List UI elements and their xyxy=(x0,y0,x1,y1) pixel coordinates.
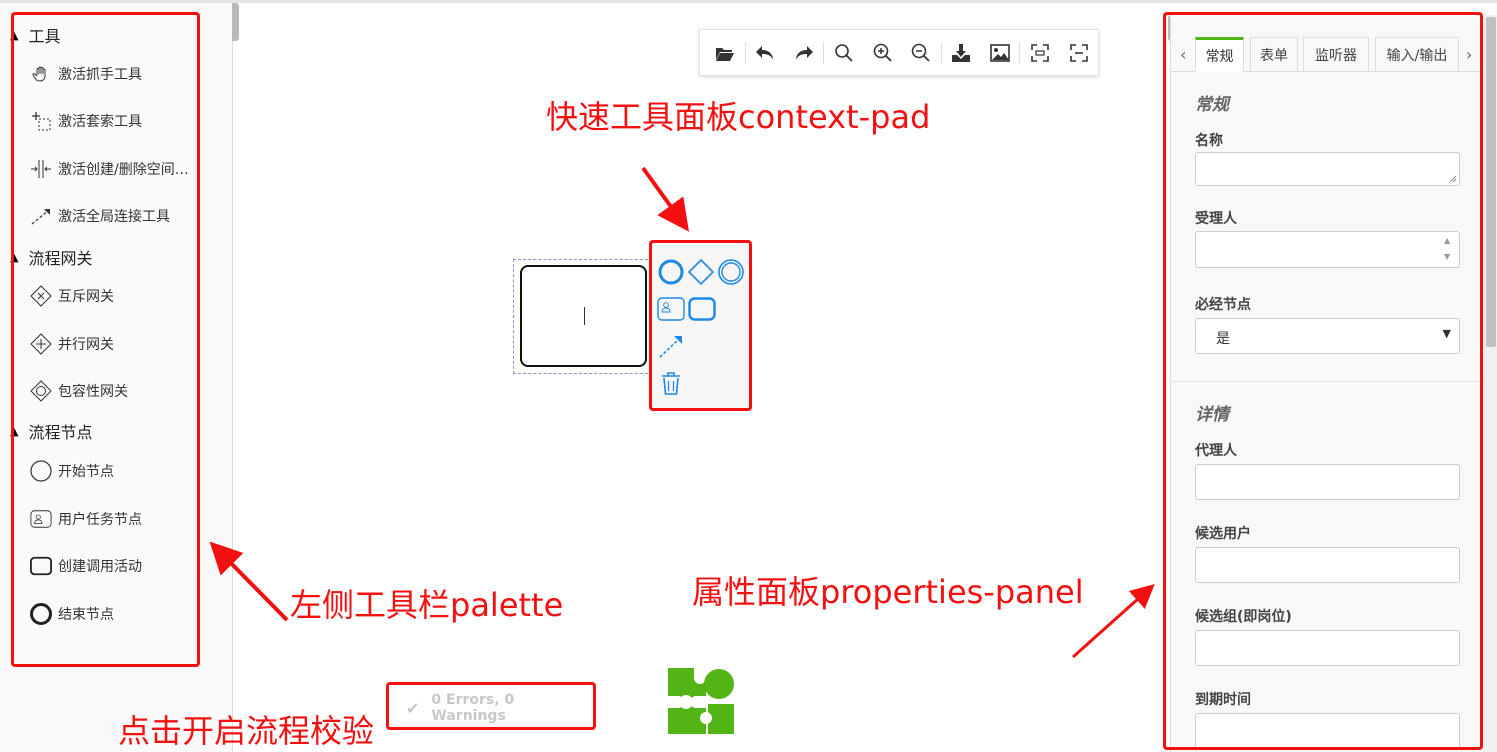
palette-item-exclusive-gateway[interactable]: 互斥网关 xyxy=(30,285,114,307)
arrow-to-context-pad xyxy=(641,166,690,232)
palette-collapse-handle[interactable] xyxy=(232,3,239,41)
call-activity-icon xyxy=(30,555,52,577)
candidate-users-label: 候选用户 xyxy=(1195,526,1251,542)
palette-item-end-event[interactable]: 结束节点 xyxy=(30,603,114,625)
open-file-icon[interactable] xyxy=(706,37,745,69)
spinner-up-icon: ▲ xyxy=(1444,236,1451,245)
tab-form[interactable]: 表单 xyxy=(1250,37,1298,71)
palette-item-inclusive-gateway[interactable]: 包容性网关 xyxy=(30,380,128,402)
properties-panel: ‹ 常规 表单 监听器 输入/输出 › 常规 名称 受理人 ▲ ▼ 必经节点 是… xyxy=(1170,15,1485,752)
scrollbar-thumb[interactable] xyxy=(1486,17,1496,347)
palette-item-start-event[interactable]: 开始节点 xyxy=(30,460,114,482)
tab-scroll-left-icon[interactable]: ‹ xyxy=(1180,45,1186,64)
canvas-toolbar xyxy=(699,29,1099,76)
name-label: 名称 xyxy=(1195,133,1223,149)
hand-icon xyxy=(30,63,52,85)
append-end-event-icon[interactable] xyxy=(656,257,686,287)
append-call-activity-icon[interactable] xyxy=(687,294,717,324)
palette-group-nodes[interactable]: ▲ 流程节点 xyxy=(10,419,92,443)
inclusive-gateway-icon xyxy=(30,380,52,402)
section-divider xyxy=(1171,381,1485,382)
user-task-icon xyxy=(30,508,52,530)
palette-item-user-task[interactable]: 用户任务节点 xyxy=(30,508,142,530)
annotation-palette: 左侧工具栏palette xyxy=(290,586,564,624)
text-caret xyxy=(584,307,585,325)
undo-icon[interactable] xyxy=(746,37,785,69)
redo-icon[interactable] xyxy=(785,37,824,69)
puzzle-logo xyxy=(666,666,736,736)
palette: ▲ 工具 激活抓手工具 激活套索工具 激活创建/删除空间工具 激活全局连接工具 … xyxy=(0,3,233,752)
palette-group-gateways[interactable]: ▲ 流程网关 xyxy=(10,245,92,269)
palette-item-space-tool[interactable]: 激活创建/删除空间工具 xyxy=(30,158,198,180)
spinner-down-icon: ▼ xyxy=(1444,252,1451,261)
fit-view-icon[interactable] xyxy=(1020,37,1059,69)
start-event-icon xyxy=(30,460,52,482)
append-intermediate-event-icon[interactable] xyxy=(716,257,746,287)
required-node-select[interactable]: 是 ▼ xyxy=(1195,318,1460,354)
resize-handle-icon[interactable] xyxy=(1449,175,1457,183)
search-icon[interactable] xyxy=(824,37,863,69)
end-event-icon xyxy=(30,603,52,625)
space-tool-icon xyxy=(30,158,52,180)
tab-scroll-right-icon[interactable]: › xyxy=(1466,45,1472,64)
zoom-out-icon[interactable] xyxy=(902,37,941,69)
required-node-label: 必经节点 xyxy=(1195,297,1251,313)
palette-item-global-connect[interactable]: 激活全局连接工具 xyxy=(30,205,170,227)
palette-group-tools[interactable]: ▲ 工具 xyxy=(10,23,60,47)
check-icon: ✔ xyxy=(406,698,420,718)
download-icon[interactable] xyxy=(942,37,981,69)
candidate-groups-input[interactable] xyxy=(1195,630,1460,666)
append-user-task-icon[interactable] xyxy=(656,294,686,324)
collapse-triangle-icon: ▲ xyxy=(10,424,19,438)
connect-icon[interactable] xyxy=(656,331,686,361)
tab-input-output[interactable]: 输入/输出 xyxy=(1375,37,1459,71)
context-pad xyxy=(652,244,748,408)
properties-tabs: ‹ 常规 表单 监听器 输入/输出 › xyxy=(1171,37,1485,72)
palette-item-parallel-gateway[interactable]: 并行网关 xyxy=(30,333,114,355)
due-date-input[interactable] xyxy=(1195,713,1460,749)
candidate-users-input[interactable] xyxy=(1195,547,1460,583)
delegate-label: 代理人 xyxy=(1195,443,1237,459)
assignee-label: 受理人 xyxy=(1195,211,1237,227)
section-title-general: 常规 xyxy=(1195,95,1229,115)
parallel-gateway-icon xyxy=(30,333,52,355)
collapse-triangle-icon: ▲ xyxy=(10,28,19,42)
append-gateway-icon[interactable] xyxy=(686,257,716,287)
palette-item-hand-tool[interactable]: 激活抓手工具 xyxy=(30,63,142,85)
candidate-groups-label: 候选组(即岗位) xyxy=(1195,609,1292,625)
name-textarea[interactable] xyxy=(1195,152,1460,186)
exclusive-gateway-icon xyxy=(30,285,52,307)
delete-trash-icon[interactable] xyxy=(656,368,686,398)
collapse-triangle-icon: ▲ xyxy=(10,250,19,264)
dropdown-arrow-icon: ▼ xyxy=(1442,327,1451,340)
global-connect-icon xyxy=(30,205,52,227)
delegate-input[interactable] xyxy=(1195,464,1460,500)
zoom-in-icon[interactable] xyxy=(863,37,902,69)
annotation-validation: 点击开启流程校验 xyxy=(118,712,375,750)
due-date-label: 到期时间 xyxy=(1195,692,1251,708)
number-spinner[interactable]: ▲ ▼ xyxy=(1439,232,1459,267)
validation-status[interactable]: ✔ 0 Errors, 0 Warnings xyxy=(392,688,592,728)
annotation-properties: 属性面板properties-panel xyxy=(692,573,1084,611)
tab-general[interactable]: 常规 xyxy=(1195,37,1244,72)
section-title-details: 详情 xyxy=(1195,405,1229,425)
palette-item-call-activity[interactable]: 创建调用活动 xyxy=(30,555,142,577)
palette-item-lasso-tool[interactable]: 激活套索工具 xyxy=(30,110,142,132)
assignee-input[interactable]: ▲ ▼ xyxy=(1195,231,1460,268)
lasso-icon xyxy=(30,110,52,132)
tab-listeners[interactable]: 监听器 xyxy=(1303,37,1369,71)
reset-view-icon[interactable] xyxy=(1059,37,1098,69)
image-icon[interactable] xyxy=(981,37,1020,69)
annotation-context-pad: 快速工具面板context-pad xyxy=(546,98,931,136)
arrow-to-properties xyxy=(1072,584,1155,659)
